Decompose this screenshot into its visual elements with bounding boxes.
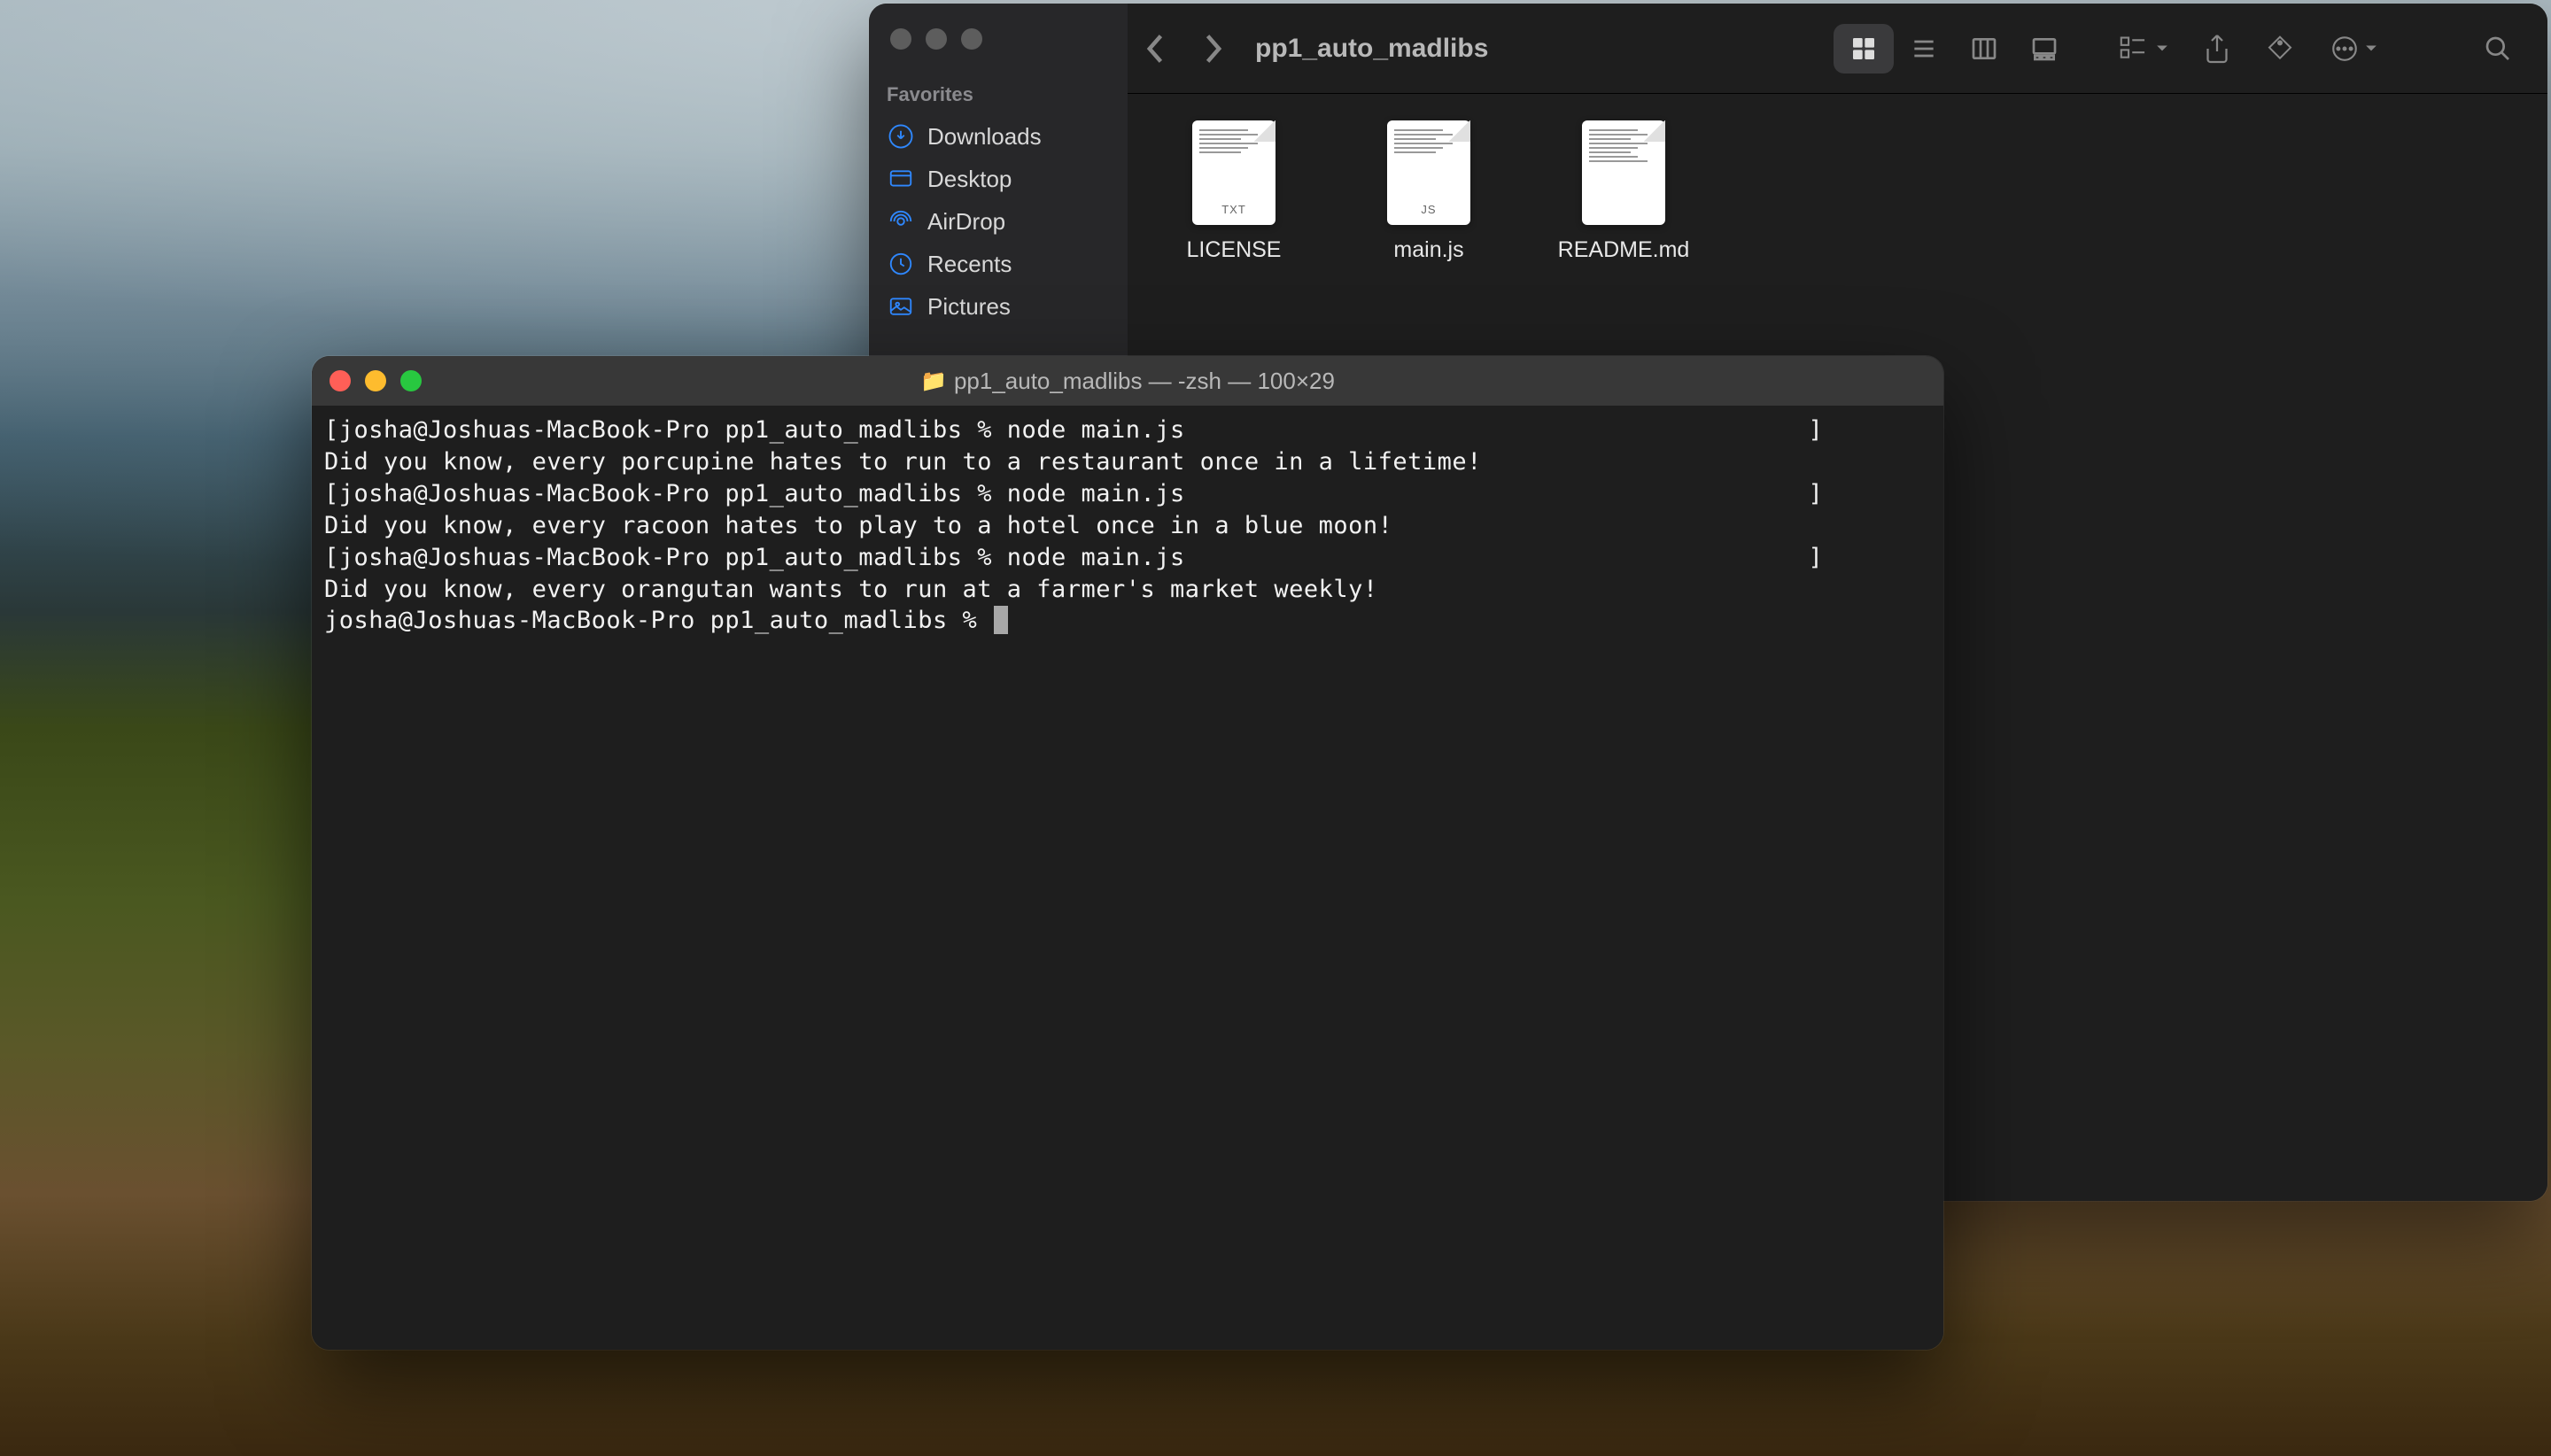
sidebar-item-desktop[interactable]: Desktop — [869, 158, 1128, 200]
folder-icon: 📁 — [920, 368, 947, 394]
sidebar-label: Downloads — [927, 123, 1042, 151]
file-name: main.js — [1393, 237, 1463, 263]
finder-maximize-button[interactable] — [961, 28, 982, 50]
file-name: LICENSE — [1187, 237, 1282, 263]
icon-view-button[interactable] — [1834, 24, 1894, 74]
terminal-line: [josha@Joshuas-MacBook-Pro pp1_auto_madl… — [324, 478, 1931, 510]
sidebar-label: Desktop — [927, 166, 1012, 193]
terminal-window: 📁 pp1_auto_madlibs — -zsh — 100×29 [josh… — [312, 356, 1943, 1350]
sidebar-item-downloads[interactable]: Downloads — [869, 115, 1128, 158]
airdrop-icon — [887, 207, 915, 236]
finder-toolbar: pp1_auto_madlibs — [1128, 4, 2547, 94]
terminal-line: Did you know, every racoon hates to play… — [324, 510, 1931, 542]
sidebar-section-favorites: Favorites — [869, 76, 1128, 115]
file-badge: TXT — [1199, 203, 1268, 216]
action-button[interactable] — [2312, 27, 2395, 70]
file-badge: JS — [1394, 203, 1463, 216]
terminal-traffic-lights — [330, 370, 422, 391]
terminal-title: 📁 pp1_auto_madlibs — -zsh — 100×29 — [920, 368, 1335, 395]
tag-button[interactable] — [2248, 27, 2312, 70]
view-modes — [1834, 24, 2074, 74]
terminal-close-button[interactable] — [330, 370, 351, 391]
sidebar-label: Pictures — [927, 293, 1011, 321]
column-view-button[interactable] — [1954, 24, 2014, 74]
cursor — [994, 606, 1008, 634]
finder-minimize-button[interactable] — [926, 28, 947, 50]
pictures-icon — [887, 292, 915, 321]
file-icon: JS — [1387, 120, 1470, 225]
terminal-body[interactable]: [josha@Joshuas-MacBook-Pro pp1_auto_madl… — [312, 406, 1943, 1350]
gallery-view-button[interactable] — [2014, 24, 2074, 74]
share-button[interactable] — [2186, 26, 2248, 72]
terminal-line: Did you know, every porcupine hates to r… — [324, 446, 1931, 478]
terminal-minimize-button[interactable] — [365, 370, 386, 391]
group-button[interactable] — [2101, 27, 2186, 70]
back-button[interactable] — [1145, 33, 1167, 65]
terminal-line: [josha@Joshuas-MacBook-Pro pp1_auto_madl… — [324, 414, 1931, 446]
list-view-button[interactable] — [1894, 24, 1954, 74]
file-icon: TXT — [1192, 120, 1276, 225]
recents-icon — [887, 250, 915, 278]
sidebar-item-pictures[interactable]: Pictures — [869, 285, 1128, 328]
sidebar-item-airdrop[interactable]: AirDrop — [869, 200, 1128, 243]
sidebar-label: Recents — [927, 251, 1012, 278]
terminal-line: [josha@Joshuas-MacBook-Pro pp1_auto_madl… — [324, 542, 1931, 574]
terminal-line: Did you know, every orangutan wants to r… — [324, 574, 1931, 606]
terminal-maximize-button[interactable] — [400, 370, 422, 391]
terminal-prompt: josha@Joshuas-MacBook-Pro pp1_auto_madli… — [324, 607, 992, 634]
finder-close-button[interactable] — [890, 28, 911, 50]
terminal-titlebar[interactable]: 📁 pp1_auto_madlibs — -zsh — 100×29 — [312, 356, 1943, 406]
download-icon — [887, 122, 915, 151]
sidebar-label: AirDrop — [927, 208, 1005, 236]
forward-button[interactable] — [1202, 33, 1223, 65]
file-name: README.md — [1558, 237, 1690, 263]
search-button[interactable] — [2466, 27, 2530, 70]
sidebar-item-recents[interactable]: Recents — [869, 243, 1128, 285]
finder-title: pp1_auto_madlibs — [1255, 34, 1819, 64]
file-icon — [1582, 120, 1665, 225]
desktop-icon — [887, 165, 915, 193]
finder-traffic-lights — [869, 18, 1128, 76]
